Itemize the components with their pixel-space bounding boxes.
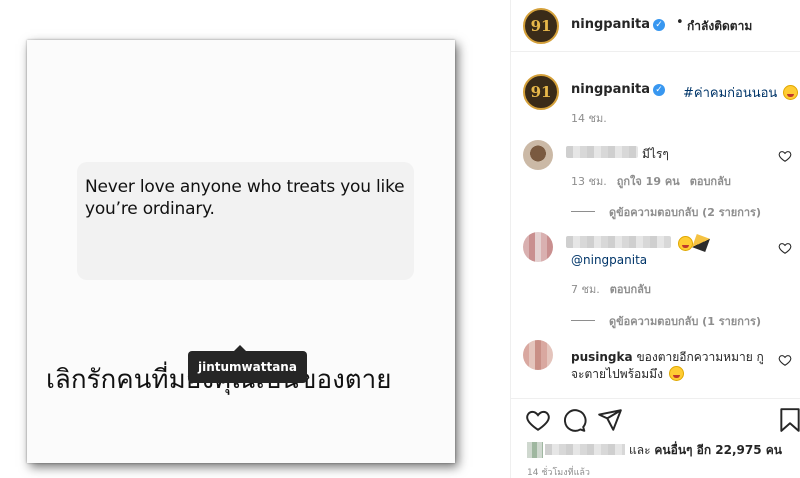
username-text[interactable]: ningpanita	[571, 82, 650, 97]
comment-meta: 7 ชม. ตอบกลับ	[571, 280, 651, 298]
comment-meta: 13 ชม. ถูกใจ 19 คน ตอบกลับ	[571, 172, 731, 190]
following-button[interactable]: กำลังติดตาม	[687, 17, 752, 36]
comment-heart-icon[interactable]	[778, 149, 792, 163]
share-icon[interactable]	[597, 407, 623, 433]
comment-avatar[interactable]	[523, 340, 553, 370]
comment-avatar[interactable]	[523, 232, 553, 262]
comment-heart-icon[interactable]	[778, 241, 792, 255]
caption-timestamp: 14 ชม.	[571, 112, 607, 125]
comment-likes[interactable]: ถูกใจ 19 คน	[617, 175, 680, 188]
post-media-area: Never love anyone who treats you like yo…	[0, 0, 510, 478]
likes-and: และ	[629, 443, 651, 457]
reply-button[interactable]: ตอบกลับ	[690, 175, 731, 188]
comment-text-line1: ของตายอีกความหมาย กู	[636, 350, 764, 364]
comment-text: มีไรๆ	[642, 147, 669, 161]
liker-avatar	[527, 442, 543, 458]
comment-heart-icon[interactable]	[778, 353, 792, 367]
caption-avatar[interactable]: 91	[523, 74, 559, 110]
view-replies-link[interactable]: ดูข้อความตอบกลับ (1 รายการ)	[571, 312, 761, 330]
heart-icon[interactable]	[525, 407, 551, 433]
comment-username-redacted[interactable]	[566, 236, 671, 248]
liker-username-redacted[interactable]	[545, 444, 625, 455]
reply-button[interactable]: ตอบกลับ	[610, 283, 651, 296]
separator-dot: •	[676, 15, 684, 30]
post-header: 91 ningpanita ✓ • กำลังติดตาม	[511, 0, 800, 52]
username-text[interactable]: ningpanita	[571, 17, 650, 32]
wink-emoji-icon	[783, 85, 799, 100]
comment-icon[interactable]	[561, 407, 587, 433]
verified-badge-icon: ✓	[653, 84, 666, 96]
comment-time: 13 ชม.	[571, 175, 607, 188]
caption-hashtag[interactable]: #ค่าคมก่อนนอน	[683, 82, 800, 103]
comment-text-line2-row: จะตายไปพร้อมมึง	[571, 365, 684, 384]
comment-username[interactable]: pusingka	[571, 350, 633, 364]
comment-time: 7 ชม.	[571, 283, 600, 296]
comment-username-redacted[interactable]	[566, 146, 638, 158]
verified-badge-icon: ✓	[653, 19, 666, 31]
view-replies-link[interactable]: ดูข้อความตอบกลับ (2 รายการ)	[571, 203, 761, 221]
comment-text-line2: จะตายไปพร้อมมึง	[571, 367, 663, 381]
header-username[interactable]: ningpanita ✓	[571, 17, 666, 32]
caption-username[interactable]: ningpanita ✓	[571, 82, 666, 97]
post-timestamp: 14 ชั่วโมงที่แล้ว	[527, 468, 590, 478]
hashtag-link[interactable]: #ค่าคมก่อนนอน	[683, 86, 777, 101]
laughing-emoji-icon	[668, 366, 684, 381]
avatar[interactable]: 91	[523, 8, 559, 44]
likes-summary[interactable]: และ คนอื่นๆ อีก 22,975 คน	[527, 441, 782, 460]
comment-avatar[interactable]	[523, 140, 553, 170]
comment-mention[interactable]: @ningpanita	[571, 253, 647, 267]
quote-text: Never love anyone who treats you like yo…	[85, 177, 405, 219]
wink-emoji-icon	[678, 236, 693, 251]
user-tag-tooltip[interactable]: jintumwattana	[188, 345, 307, 383]
post-side-panel: 91 ningpanita ✓ • กำลังติดตาม 91 ningpani…	[510, 0, 800, 478]
likes-others[interactable]: คนอื่นๆ อีก 22,975 คน	[654, 443, 782, 457]
bookmark-icon[interactable]	[777, 407, 800, 433]
party-emoji-icon	[692, 234, 710, 252]
